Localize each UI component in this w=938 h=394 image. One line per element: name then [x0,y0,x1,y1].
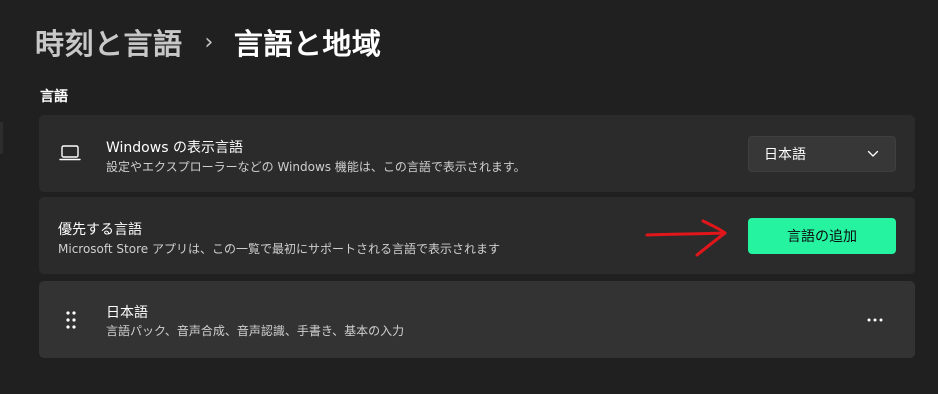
display-language-dropdown[interactable]: 日本語 [748,136,896,172]
breadcrumb-chevron-icon: › [204,29,214,55]
preferred-languages-description: Microsoft Store アプリは、この一覧で最初にサポートされる言語で表… [58,242,500,256]
settings-page: 時刻と言語 › 言語と地域 言語 Windows の表示言語 設定やエクスプロー… [0,0,938,394]
display-language-card: Windows の表示言語 設定やエクスプローラーなどの Windows 機能は… [39,115,915,192]
display-language-selected: 日本語 [764,147,806,163]
ellipsis-icon [867,318,883,322]
more-options-icon[interactable] [865,311,885,329]
display-language-description: 設定やエクスプローラーなどの Windows 機能は、この言語で表示されます。 [106,160,526,174]
laptop-icon [59,145,81,161]
page-title: 言語と地域 [233,27,382,61]
display-language-title: Windows の表示言語 [106,140,243,156]
section-title-language: 言語 [40,89,68,105]
preferred-languages-title: 優先する言語 [58,222,142,238]
language-item-description: 言語パック、音声合成、音声認識、手書き、基本の入力 [106,324,405,338]
language-list-item[interactable]: 日本語 言語パック、音声合成、音声認識、手書き、基本の入力 [39,281,915,358]
red-arrow-annotation [645,219,727,257]
add-language-button[interactable]: 言語の追加 [748,218,896,254]
nav-edge-indicator [0,122,3,154]
breadcrumb-parent-link[interactable]: 時刻と言語 [35,21,183,63]
preferred-languages-card: 優先する言語 Microsoft Store アプリは、この一覧で最初にサポート… [39,197,915,274]
chevron-down-icon [867,150,879,157]
breadcrumb: 時刻と言語 › 言語と地域 [35,20,381,64]
language-item-title: 日本語 [106,305,148,321]
drag-handle-icon[interactable] [65,310,77,330]
